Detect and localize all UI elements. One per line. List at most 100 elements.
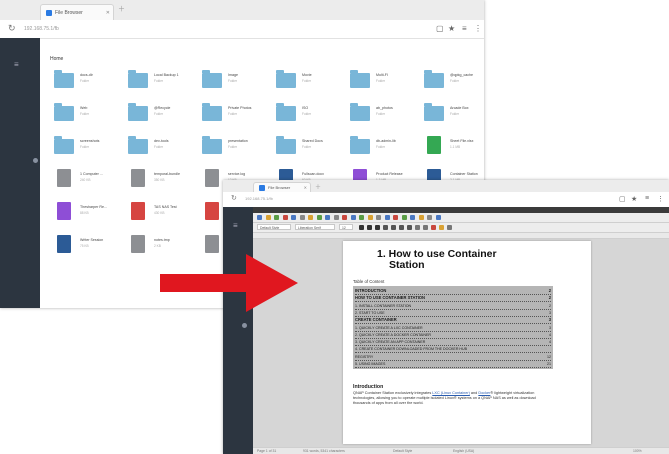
toolbar-button-icon[interactable] bbox=[316, 215, 322, 220]
file-item[interactable]: docs-dir Folder bbox=[50, 70, 120, 102]
file-item[interactable]: Writer Session 75 KB bbox=[50, 235, 120, 267]
file-item[interactable]: Private Photos Folder bbox=[198, 103, 268, 135]
new-tab-icon[interactable]: ＋ bbox=[315, 182, 321, 191]
toc-entry[interactable]: 1. INSTALL CONTAINER STATION 2 bbox=[355, 303, 551, 310]
toolbar-button-icon[interactable] bbox=[418, 215, 424, 220]
reload-icon[interactable]: ↻ bbox=[231, 194, 237, 202]
file-item[interactable]: ab_photos Folder bbox=[346, 103, 416, 135]
file-item[interactable]: dev-tools Folder bbox=[124, 136, 194, 168]
ruler[interactable] bbox=[253, 233, 669, 239]
file-icon bbox=[205, 202, 219, 220]
file-item[interactable]: 1 Computer ... 240 KB bbox=[50, 169, 120, 201]
toc-entry[interactable]: 2. START TO USE 3 bbox=[355, 310, 551, 317]
url-field[interactable]: 192.168.75.1/fb bbox=[24, 26, 59, 32]
bookmark-star-icon[interactable]: ★ bbox=[448, 24, 455, 33]
toc-entry[interactable]: 5. USING IMAGES 21 bbox=[355, 361, 551, 368]
toc-entry[interactable]: 4. CREATE CONTAINER DOWNLOADED FROM THE … bbox=[355, 346, 551, 354]
format-button-icon[interactable] bbox=[423, 225, 428, 230]
file-item[interactable]: temporal-bundle 350 KB bbox=[124, 169, 194, 201]
page-icon[interactable]: ▢ bbox=[619, 195, 626, 203]
toolbar-button-icon[interactable] bbox=[376, 215, 381, 220]
sidebar-collapse-icon[interactable]: ≡ bbox=[233, 221, 238, 230]
sidebar-handle-icon[interactable] bbox=[33, 158, 38, 163]
toc-entry[interactable]: REGISTRY 12 bbox=[355, 354, 551, 361]
tab-close-icon[interactable]: ✕ bbox=[106, 5, 110, 21]
file-item[interactable]: ISO Folder bbox=[272, 103, 342, 135]
file-item[interactable]: screenshots Folder bbox=[50, 136, 120, 168]
toolbar-button-icon[interactable] bbox=[427, 215, 432, 220]
file-item[interactable]: Movie Folder bbox=[272, 70, 342, 102]
format-button-icon[interactable] bbox=[375, 225, 380, 230]
toolbar-button-icon[interactable] bbox=[401, 215, 407, 220]
new-tab-icon[interactable]: ＋ bbox=[118, 4, 125, 14]
toolbar-button-icon[interactable] bbox=[325, 215, 330, 220]
file-item[interactable]: @qpkg_cache Folder bbox=[420, 70, 484, 102]
extensions-icon[interactable]: ≡ bbox=[645, 195, 649, 202]
status-page: Page 1 of 31 bbox=[257, 449, 277, 453]
file-item[interactable]: Local Backup 1 Folder bbox=[124, 70, 194, 102]
sidebar-collapse-icon[interactable]: ≡ bbox=[14, 60, 19, 69]
browser-tab[interactable]: File Browser ✕ bbox=[40, 4, 114, 21]
format-button-icon[interactable] bbox=[415, 225, 420, 230]
file-item[interactable]: db-admin-lib Folder bbox=[346, 136, 416, 168]
toolbar-button-icon[interactable] bbox=[342, 215, 347, 220]
file-item[interactable]: presentation Folder bbox=[198, 136, 268, 168]
bookmark-star-icon[interactable]: ★ bbox=[631, 195, 637, 203]
format-button-icon[interactable] bbox=[391, 225, 396, 230]
menu-icon[interactable]: ⋮ bbox=[657, 195, 664, 203]
reload-icon[interactable]: ↻ bbox=[8, 23, 16, 34]
toolbar-button-icon[interactable] bbox=[308, 215, 313, 220]
lxc-link[interactable]: LXC (Linux Container) bbox=[432, 391, 470, 395]
file-item[interactable]: Multi-FI Folder bbox=[346, 70, 416, 102]
url-field[interactable]: 192.168.75.1/fb bbox=[245, 196, 273, 201]
docker-link[interactable]: Docker bbox=[478, 391, 490, 395]
format-button-icon[interactable] bbox=[407, 225, 412, 230]
extensions-icon[interactable]: ≡ bbox=[462, 24, 467, 33]
font-combo[interactable]: Liberation Serif bbox=[295, 224, 335, 230]
toolbar-button-icon[interactable] bbox=[367, 215, 373, 220]
toc-entry[interactable]: CREATE CONTAINER 3 bbox=[355, 317, 551, 325]
toolbar-button-icon[interactable] bbox=[257, 215, 262, 220]
toolbar-button-icon[interactable] bbox=[333, 215, 339, 220]
toolbar-button-icon[interactable] bbox=[350, 215, 356, 220]
toc-entry-text: 4. CREATE CONTAINER DOWNLOADED FROM THE … bbox=[355, 347, 468, 352]
format-button-icon[interactable] bbox=[439, 225, 444, 230]
size-combo[interactable]: 12 bbox=[339, 224, 353, 230]
file-item[interactable]: @Recycle Folder bbox=[124, 103, 194, 135]
menu-icon[interactable]: ⋮ bbox=[474, 24, 482, 33]
toolbar-button-icon[interactable] bbox=[265, 215, 271, 220]
toolbar-button-icon[interactable] bbox=[435, 215, 441, 220]
toolbar-button-icon[interactable] bbox=[274, 215, 279, 220]
toolbar-button-icon[interactable] bbox=[359, 215, 364, 220]
file-item[interactable]: Arcade Box Folder bbox=[420, 103, 484, 135]
toolbar-button-icon[interactable] bbox=[282, 215, 288, 220]
format-button-icon[interactable] bbox=[431, 225, 436, 230]
file-item[interactable]: TAS NAS Test 430 KB bbox=[124, 202, 194, 234]
format-button-icon[interactable] bbox=[367, 225, 372, 230]
style-combo[interactable]: Default Style bbox=[257, 224, 291, 230]
toc-entry[interactable]: INTRODUCTION 2 bbox=[355, 288, 551, 295]
file-item[interactable]: Thesharper Re... 88 KB bbox=[50, 202, 120, 234]
status-zoom[interactable]: 100% bbox=[633, 448, 642, 454]
file-item[interactable]: Sheet File.xlsx 1.1 MB bbox=[420, 136, 484, 168]
file-item[interactable]: Image Folder bbox=[198, 70, 268, 102]
toolbar-button-icon[interactable] bbox=[393, 215, 398, 220]
format-button-icon[interactable] bbox=[399, 225, 404, 230]
toolbar-button-icon[interactable] bbox=[291, 215, 296, 220]
file-item[interactable]: Shared Docs Folder bbox=[272, 136, 342, 168]
format-button-icon[interactable] bbox=[359, 225, 364, 230]
file-item[interactable]: Web Folder bbox=[50, 103, 120, 135]
format-button-icon[interactable] bbox=[383, 225, 388, 230]
toc-entry[interactable]: 2. QUICKLY CREATE A DOCKER CONTAINER 4 bbox=[355, 332, 551, 339]
page-icon[interactable]: ▢ bbox=[436, 24, 444, 33]
toolbar-button-icon[interactable] bbox=[384, 215, 390, 220]
document-page[interactable]: 1. How to use Container Station Table of… bbox=[343, 241, 591, 444]
toc-entry[interactable]: 1. QUICKLY CREATE A LXC CONTAINER 3 bbox=[355, 325, 551, 332]
toc-entry-text: 1. INSTALL CONTAINER STATION bbox=[355, 303, 412, 308]
format-button-icon[interactable] bbox=[447, 225, 452, 230]
toc-entry[interactable]: HOW TO USE CONTAINER STATION 2 bbox=[355, 295, 551, 303]
toolbar-button-icon[interactable] bbox=[410, 215, 415, 220]
toc-entry[interactable]: 3. QUICKLY CREATE AN APP CONTAINER 4 bbox=[355, 339, 551, 347]
sidebar-handle-icon[interactable] bbox=[242, 323, 247, 328]
toolbar-button-icon[interactable] bbox=[299, 215, 305, 220]
